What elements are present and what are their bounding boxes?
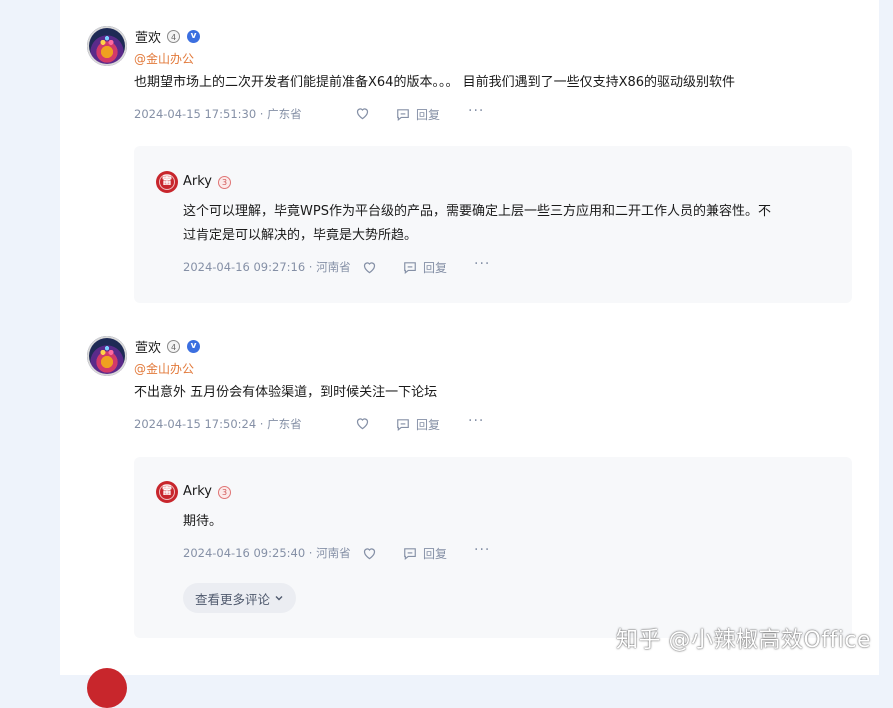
heart-icon (356, 108, 369, 120)
heart-icon (356, 418, 369, 430)
reply-button[interactable]: 回复 (396, 416, 440, 433)
comment-meta: 2024-04-15 17:51:30 · 广东省 (134, 107, 302, 121)
level-badge: 4 (167, 30, 180, 43)
like-button[interactable] (355, 106, 370, 120)
reply-label: 回复 (416, 418, 441, 432)
comment-text: 不出意外 五月份会有体验渠道，到时候关注一下论坛 (134, 385, 438, 400)
author-org[interactable]: @金山办公 (134, 360, 194, 377)
comment-meta: 2024-04-15 17:50:24 · 广东省 (134, 417, 302, 431)
view-more-comments-button[interactable]: 查看更多评论 (183, 583, 297, 613)
reply-reply-button[interactable]: 回复 (403, 545, 447, 562)
author-org[interactable]: @金山办公 (134, 50, 194, 67)
like-button[interactable] (355, 416, 370, 430)
reply-avatar[interactable]: 雷 (156, 171, 178, 193)
reply-text-line-1: 这个可以理解，毕竟WPS作为平台级的产品，需要确定上层一些三方应用和二开工作人员… (183, 204, 771, 219)
reply-text-line-2: 过肯定是可以解决的，毕竟是大势所趋。 (183, 228, 418, 243)
reply-level-badge: 3 (218, 176, 231, 189)
reply-avatar[interactable]: 雷 (156, 481, 178, 503)
avatar[interactable] (87, 336, 127, 376)
verified-icon: v (187, 30, 200, 43)
verified-icon: v (187, 340, 200, 353)
author-name[interactable]: 萱欢 (135, 27, 161, 46)
reply-author-name[interactable]: Arky (183, 484, 212, 499)
reply-author-name[interactable]: Arky (183, 174, 212, 189)
heart-icon (363, 548, 376, 560)
more-icon[interactable]: ··· (474, 542, 490, 558)
reply-button[interactable]: 回复 (396, 106, 440, 123)
comment-icon (397, 419, 409, 431)
reply-meta: 2024-04-16 09:27:16 · 河南省 (183, 260, 351, 274)
comment-panel: 萱欢 4 v @金山办公 也期望市场上的二次开发者们能提前准备X64的版本。。。… (60, 0, 879, 708)
more-icon[interactable]: ··· (468, 103, 484, 119)
watermark: 知乎 @小辣椒高效Office (615, 628, 871, 653)
more-icon[interactable]: ··· (474, 256, 490, 272)
reply-meta: 2024-04-16 09:25:40 · 河南省 (183, 546, 351, 560)
reply-label: 回复 (423, 261, 448, 275)
comment-icon (404, 548, 416, 560)
reply-reply-button[interactable]: 回复 (403, 259, 447, 276)
reply-box: 雷 Arky 3 这个可以理解，毕竟WPS作为平台级的产品，需要确定上层一些三方… (134, 146, 852, 303)
reply-level-badge: 3 (218, 486, 231, 499)
avatar[interactable] (87, 668, 127, 708)
comment-icon (397, 109, 409, 121)
author-name[interactable]: 萱欢 (135, 337, 161, 356)
reply-text-line-1: 期待。 (183, 514, 223, 529)
reply-box: 雷 Arky 3 期待。 2024-04-16 09:25:40 · 河南省 回… (134, 457, 852, 638)
chevron-down-icon (275, 596, 283, 601)
comment-text: 也期望市场上的二次开发者们能提前准备X64的版本。。。 目前我们遇到了一些仅支持… (134, 75, 736, 90)
level-badge: 4 (167, 340, 180, 353)
reply-label: 回复 (423, 547, 448, 561)
reply-like-button[interactable] (362, 260, 377, 274)
reply-label: 回复 (416, 108, 441, 122)
heart-icon (363, 262, 376, 274)
view-more-label: 查看更多评论 (195, 591, 271, 607)
more-icon[interactable]: ··· (468, 413, 484, 429)
reply-like-button[interactable] (362, 546, 377, 560)
avatar[interactable] (87, 26, 127, 66)
comment-icon (404, 262, 416, 274)
